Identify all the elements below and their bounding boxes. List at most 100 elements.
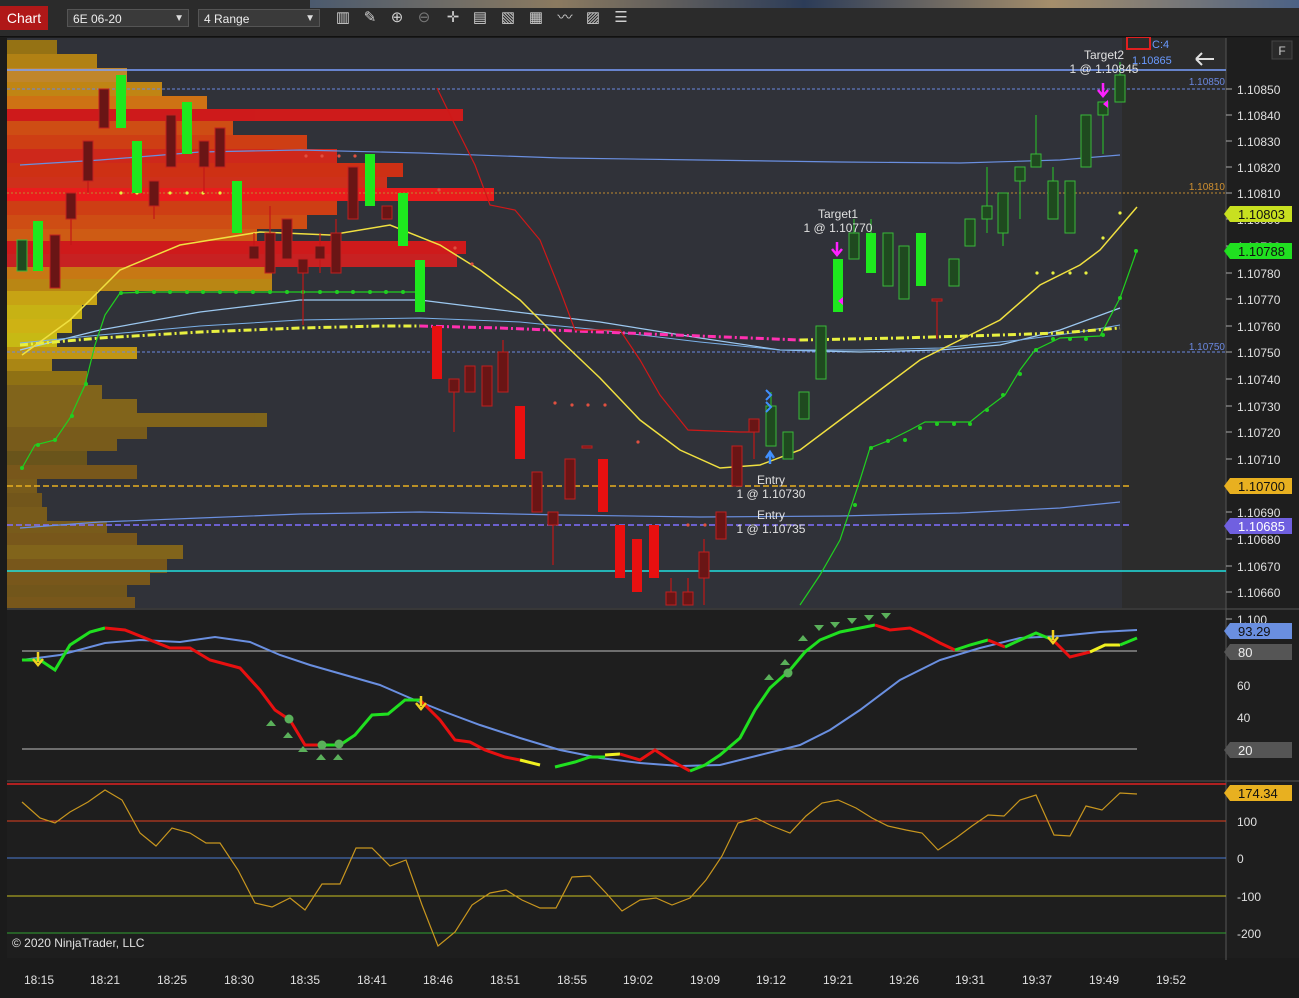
down-candle[interactable] xyxy=(497,351,509,393)
time-tick-label: 19:02 xyxy=(623,973,653,987)
up-candle[interactable] xyxy=(916,233,926,286)
down-candle[interactable] xyxy=(381,205,393,220)
up-candle[interactable] xyxy=(866,233,876,273)
up-candle[interactable] xyxy=(882,232,894,287)
down-candle[interactable] xyxy=(330,232,342,274)
up-candle[interactable] xyxy=(415,260,425,312)
zoom-in-icon[interactable]: ⊕ xyxy=(387,9,407,27)
chart-tab[interactable]: Chart xyxy=(0,6,48,30)
down-candle[interactable] xyxy=(564,458,576,500)
time-tick-label: 19:12 xyxy=(756,973,786,987)
down-candle[interactable] xyxy=(49,234,61,289)
target1-label[interactable]: Target1 xyxy=(818,207,858,221)
up-candle[interactable] xyxy=(1030,153,1042,168)
down-candle[interactable] xyxy=(731,445,743,487)
draw-tool-icon[interactable]: ✎ xyxy=(360,9,380,27)
price-badge-10685-text: 1.10685 xyxy=(1238,519,1285,534)
up-candle[interactable] xyxy=(1080,114,1092,168)
up-candle[interactable] xyxy=(16,239,28,272)
price-tick-label: 1.10710 xyxy=(1237,453,1281,467)
up-candle[interactable] xyxy=(232,181,242,233)
down-candle[interactable] xyxy=(248,245,260,260)
down-candle[interactable] xyxy=(214,127,226,168)
up-candle[interactable] xyxy=(365,154,375,206)
down-candle[interactable] xyxy=(598,459,608,512)
down-candle[interactable] xyxy=(148,180,160,207)
down-candle[interactable] xyxy=(264,232,276,274)
down-candle[interactable] xyxy=(698,551,710,579)
down-candle[interactable] xyxy=(931,298,943,302)
zoom-out-icon[interactable]: ⊖ xyxy=(414,9,434,27)
indicators-icon[interactable]: ▧ xyxy=(498,9,518,27)
down-candle[interactable] xyxy=(165,114,177,168)
down-candle[interactable] xyxy=(665,591,677,606)
up-candle[interactable] xyxy=(116,75,126,128)
up-candle[interactable] xyxy=(182,102,192,154)
up-candle[interactable] xyxy=(33,221,43,271)
up-candle[interactable] xyxy=(1064,180,1076,234)
price-tick-label: 1.10810 xyxy=(1237,187,1281,201)
properties-list-icon[interactable]: ☰ xyxy=(611,9,631,27)
up-candle[interactable] xyxy=(997,192,1009,234)
data-box-icon[interactable]: ▤ xyxy=(470,9,490,27)
up-candle[interactable] xyxy=(765,405,777,447)
cci-tick-0: 0 xyxy=(1237,852,1244,866)
down-candle[interactable] xyxy=(464,365,476,393)
down-candle[interactable] xyxy=(82,140,94,182)
price-tick-label: 1.10780 xyxy=(1237,267,1281,281)
down-candle[interactable] xyxy=(448,378,460,393)
up-candle[interactable] xyxy=(848,232,860,260)
time-tick-label: 19:26 xyxy=(889,973,919,987)
down-candle[interactable] xyxy=(531,471,543,513)
up-candle[interactable] xyxy=(948,258,960,287)
time-tick-label: 19:37 xyxy=(1022,973,1052,987)
down-candle[interactable] xyxy=(748,418,760,433)
cci-panel[interactable] xyxy=(7,782,1226,958)
price-tick-label: 1.10840 xyxy=(1237,109,1281,123)
down-candle[interactable] xyxy=(715,511,727,540)
price-badge-10788-text: 1.10788 xyxy=(1238,244,1285,259)
up-candle[interactable] xyxy=(782,431,794,460)
entry2-label[interactable]: Entry xyxy=(757,508,785,522)
time-tick-label: 18:55 xyxy=(557,973,587,987)
up-candle[interactable] xyxy=(398,193,408,246)
up-candle[interactable] xyxy=(964,218,976,247)
down-candle[interactable] xyxy=(615,525,625,578)
crosshair-icon[interactable]: ✛ xyxy=(443,9,463,27)
up-candle[interactable] xyxy=(833,259,843,312)
down-candle[interactable] xyxy=(649,525,659,578)
down-candle[interactable] xyxy=(314,245,326,260)
down-candle[interactable] xyxy=(98,88,110,129)
down-candle[interactable] xyxy=(547,511,559,526)
down-candle[interactable] xyxy=(297,258,309,274)
up-candle[interactable] xyxy=(815,325,827,380)
down-candle[interactable] xyxy=(432,326,442,379)
up-candle[interactable] xyxy=(132,141,142,193)
up-candle[interactable] xyxy=(1047,180,1059,220)
entry1-label[interactable]: Entry xyxy=(757,473,785,487)
bar-style-icon[interactable]: ▥ xyxy=(333,9,353,27)
time-tick-label: 19:21 xyxy=(823,973,853,987)
strategies-icon[interactable]: ▦ xyxy=(526,9,546,27)
time-tick-label: 19:52 xyxy=(1156,973,1186,987)
up-candle[interactable] xyxy=(798,391,810,420)
bar-type-selector[interactable]: 4 Range ▼ xyxy=(198,9,320,27)
chart-trader-icon[interactable]: 〰 xyxy=(555,9,575,27)
instrument-selector[interactable]: 6E 06-20 ▼ xyxy=(67,9,189,27)
down-candle[interactable] xyxy=(481,365,493,407)
down-candle[interactable] xyxy=(515,406,525,459)
down-candle[interactable] xyxy=(281,218,293,260)
up-candle[interactable] xyxy=(1114,74,1126,103)
down-candle[interactable] xyxy=(632,539,642,592)
up-candle[interactable] xyxy=(1014,166,1026,182)
down-candle[interactable] xyxy=(65,192,77,220)
up-candle[interactable] xyxy=(981,205,993,220)
down-candle[interactable] xyxy=(198,140,210,168)
properties-icon[interactable]: ▨ xyxy=(583,9,603,27)
chart-area[interactable]: Target2 1 @ 1.10845 Target1 1 @ 1.10770 … xyxy=(0,37,1299,998)
down-candle[interactable] xyxy=(581,445,593,449)
down-candle[interactable] xyxy=(347,166,359,220)
up-candle[interactable] xyxy=(898,245,910,300)
down-candle[interactable] xyxy=(682,591,694,606)
target2-label[interactable]: Target2 xyxy=(1084,48,1124,62)
